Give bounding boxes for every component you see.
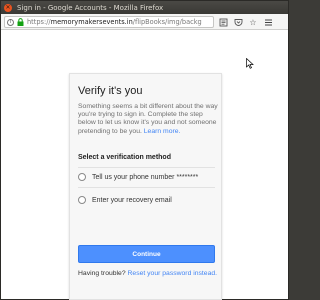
pocket-icon[interactable] <box>233 17 243 27</box>
verification-card: Verify it's you Something seems a bit di… <box>69 73 222 300</box>
url-path: /flipBooks/img/backg <box>132 18 202 26</box>
page-content: Verify it's you Something seems a bit di… <box>1 31 288 300</box>
trouble-text: Having trouble? Reset your password inst… <box>78 270 218 278</box>
info-icon[interactable]: i <box>7 18 14 26</box>
lock-icon[interactable] <box>16 18 24 26</box>
url-bar[interactable]: i https://memorymakersevents.in/flipBook… <box>4 16 214 28</box>
option-label: Enter your recovery email <box>92 196 172 204</box>
method-heading: Select a verification method <box>78 154 171 161</box>
radio-button[interactable] <box>78 196 86 204</box>
learn-more-link[interactable]: Learn more. <box>144 128 181 135</box>
url-prefix: https:// <box>27 18 51 26</box>
navigation-bar: i https://memorymakersevents.in/flipBook… <box>1 14 288 30</box>
option-phone-number[interactable]: Tell us your phone number ******** <box>78 170 215 184</box>
radio-button[interactable] <box>78 173 86 181</box>
option-label: Tell us your phone number ******** <box>92 173 199 181</box>
verification-description: Something seems a bit different about th… <box>78 103 218 136</box>
close-icon: ✕ <box>5 3 11 11</box>
menu-icon[interactable] <box>263 17 273 27</box>
reader-view-icon[interactable] <box>218 17 228 27</box>
mouse-cursor-icon <box>246 58 254 69</box>
divider <box>78 187 215 188</box>
trouble-prefix: Having trouble? <box>78 270 126 277</box>
option-recovery-email[interactable]: Enter your recovery email <box>78 193 215 207</box>
toolbar-icons: ☆ <box>218 17 273 27</box>
window-title: Sign in - Google Accounts - Mozilla Fire… <box>17 3 164 12</box>
reset-password-link-suffix[interactable]: instead. <box>193 270 217 277</box>
divider <box>78 167 215 168</box>
browser-window: ✕ Sign in - Google Accounts - Mozilla Fi… <box>0 0 289 300</box>
reset-password-link[interactable]: Reset your password <box>128 270 192 277</box>
bookmark-star-icon[interactable]: ☆ <box>248 17 258 27</box>
url-text[interactable]: https://memorymakersevents.in/flipBooks/… <box>27 18 202 26</box>
page-title: Verify it's you <box>78 85 143 97</box>
url-host: memorymakersevents.in <box>50 18 133 26</box>
window-titlebar: ✕ Sign in - Google Accounts - Mozilla Fi… <box>1 1 288 14</box>
continue-button[interactable]: Continue <box>78 245 215 263</box>
close-window-button[interactable]: ✕ <box>4 3 12 12</box>
